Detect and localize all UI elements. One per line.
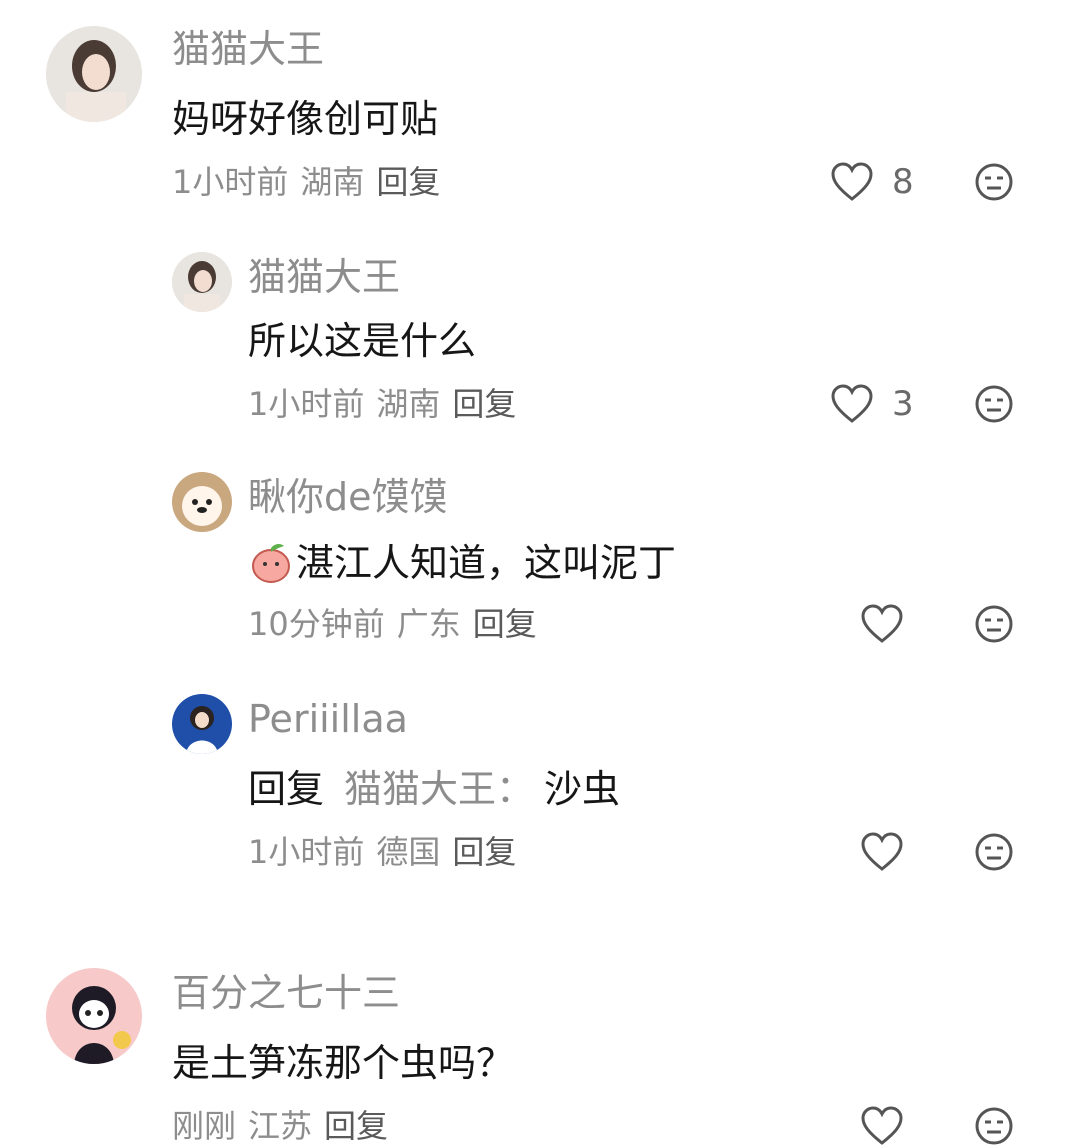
like-count: 8 [892,162,914,202]
avatar[interactable] [46,968,142,1064]
heart-outline-icon [861,1106,903,1145]
comment-meta: 1小时前 湖南 回复 [172,166,452,198]
avatar[interactable] [172,694,232,754]
like-button[interactable]: 8 [830,162,914,202]
heart-outline-icon [861,832,903,871]
avatar[interactable] [46,26,142,122]
avatar[interactable] [172,472,232,532]
like-button[interactable]: 3 [830,384,914,424]
comment-text: 是土笋冻那个虫吗？ [172,1041,515,1085]
like-button[interactable] [860,604,904,644]
comment-text: 湛江人知道，这叫泥丁 [296,541,677,585]
comment-author[interactable]: Periiillaa [248,700,408,738]
peach-emoji-icon [252,544,290,583]
reply-target[interactable]: 猫猫大王： [344,767,534,811]
like-button[interactable] [860,1106,904,1146]
comment-time: 10分钟前 [248,605,385,643]
comment-time: 刚刚 [172,1107,237,1145]
comment-location: 湖南 [376,385,441,423]
reply-button[interactable]: 回复 [324,1107,388,1145]
comment-meta: 1小时前 德国 回复 [248,836,528,868]
like-button[interactable] [860,832,904,872]
comment-meta: 10分钟前 广东 回复 [248,608,549,640]
like-count: 3 [892,384,914,424]
dislike-face-icon[interactable] [974,604,1014,644]
heart-outline-icon [831,162,873,201]
comment-location: 江苏 [248,1107,313,1145]
comment-author[interactable]: 猫猫大王 [248,258,400,296]
comment-location: 广东 [396,605,461,643]
comment-location: 湖南 [300,163,365,201]
comment-location: 德国 [376,833,441,871]
dislike-face-icon[interactable] [974,1106,1014,1146]
comment-meta: 刚刚 江苏 回复 [172,1110,400,1142]
reply-button[interactable]: 回复 [452,385,516,423]
reply-content: 沙虫 [544,767,621,811]
comment-author[interactable]: 百分之七十三 [172,974,400,1012]
comment-time: 1小时前 [248,385,365,423]
comment-time: 1小时前 [248,833,365,871]
heart-outline-icon [831,384,873,423]
comment-text: 回复 猫猫大王： 沙虫 [248,770,620,808]
dislike-face-icon[interactable] [974,832,1014,872]
reply-button[interactable]: 回复 [473,605,537,643]
comment-author[interactable]: 瞅你de馍馍 [248,478,448,516]
dislike-face-icon[interactable] [974,162,1014,202]
reply-prefix: 回复 [248,767,325,811]
heart-outline-icon [861,604,903,643]
avatar[interactable] [172,252,232,312]
reply-button[interactable]: 回复 [452,833,516,871]
comment-text: 妈呀好像创可贴 [172,97,439,141]
comment-meta: 1小时前 湖南 回复 [248,388,528,420]
comment-text: 所以这是什么 [248,319,477,363]
reply-button[interactable]: 回复 [376,163,440,201]
comment-time: 1小时前 [172,163,289,201]
dislike-face-icon[interactable] [974,384,1014,424]
comment-author[interactable]: 猫猫大王 [172,30,324,68]
